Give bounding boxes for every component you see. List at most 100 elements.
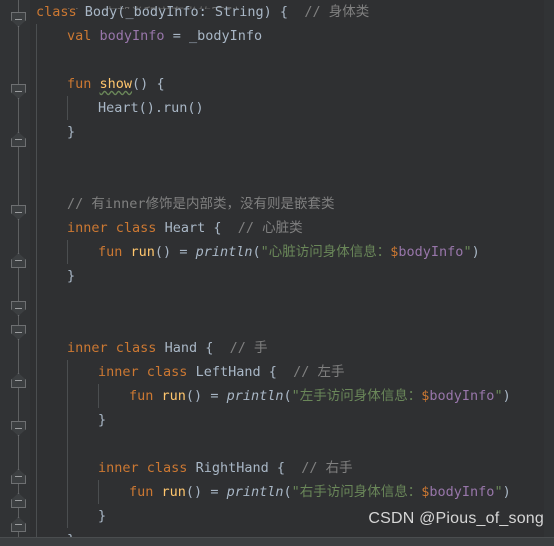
fold-fun-show-close-icon[interactable]	[11, 132, 26, 147]
line-class-hand[interactable]: inner class Hand { // 手	[30, 336, 554, 360]
indent-guide	[36, 504, 37, 528]
token: "	[494, 484, 503, 500]
line-lefthand-fun-run[interactable]: fun run() = println("左手访问身体信息：$bodyInfo"…	[30, 384, 554, 408]
line-blank-4[interactable]	[30, 288, 554, 312]
line-val-bodyinfo[interactable]: val bodyInfo = _bodyInfo	[30, 24, 554, 48]
indent-guide	[36, 456, 37, 480]
indent-guide	[36, 144, 37, 168]
code-line-text: inner class Heart { // 心脏类	[36, 220, 303, 236]
indent-guide	[36, 336, 37, 360]
line-class-body[interactable]: class Body(_bodyInfo: String) { // 身体类	[30, 0, 554, 24]
line-blank-5[interactable]	[30, 312, 554, 336]
fold-class-left-close-icon[interactable]	[11, 373, 26, 388]
line-class-lefthand[interactable]: inner class LeftHand { // 左手	[30, 360, 554, 384]
token: // 右手	[301, 460, 353, 476]
token: _bodyInfo	[125, 4, 199, 20]
fold-class-hand-open-icon[interactable]	[11, 301, 26, 316]
fold-class-heart-close-icon[interactable]	[11, 253, 26, 268]
line-righthand-fun-run[interactable]: fun run() = println("右手访问身体信息：$bodyInfo"…	[30, 480, 554, 504]
token: // 身体类	[304, 4, 370, 20]
fold-class-left-open-icon[interactable]	[11, 325, 26, 340]
fold-class-right-open-icon[interactable]	[11, 421, 26, 436]
fold-class-body-icon[interactable]	[11, 12, 26, 27]
line-close-lefthand[interactable]: }	[30, 408, 554, 432]
line-blank-3[interactable]	[30, 168, 554, 192]
token: "右手访问身体信息：	[291, 484, 422, 500]
token: class	[115, 340, 157, 356]
vertical-scrollbar[interactable]	[544, 0, 554, 546]
fold-class-body-close-icon[interactable]	[11, 517, 26, 532]
line-heart-fun-run[interactable]: fun run() = println("心脏访问身体信息：$bodyInfo"…	[30, 240, 554, 264]
indent-guide	[36, 480, 37, 504]
code-line-text: inner class Hand { // 手	[36, 340, 268, 356]
token: class	[146, 460, 188, 476]
token: =	[210, 388, 227, 404]
token: {	[156, 76, 165, 92]
line-class-righthand[interactable]: inner class RightHand { // 右手	[30, 456, 554, 480]
code-line-text: }	[36, 268, 75, 284]
token: ().	[138, 100, 164, 116]
fold-rail	[18, 0, 19, 546]
line-blank-1[interactable]	[30, 48, 554, 72]
line-close-heart[interactable]: }	[30, 264, 554, 288]
code-line-text: }	[36, 412, 106, 428]
token: inner	[98, 460, 139, 476]
code-line-text: fun show() {	[36, 76, 165, 92]
token: Heart	[98, 100, 139, 116]
token: )	[263, 4, 280, 20]
fold-fun-show-open-icon[interactable]	[11, 84, 26, 99]
fold-class-heart-open-icon[interactable]	[11, 205, 26, 220]
line-close-show[interactable]: }	[30, 120, 554, 144]
code-line-text: inner class RightHand { // 右手	[36, 460, 353, 476]
code-content[interactable]: class Body(_bodyInfo: String) { // 身体类 va…	[30, 0, 554, 546]
line-comment-inner[interactable]: // 有inner修饰是内部类，没有则是嵌套类	[30, 192, 554, 216]
code-line-text: }	[36, 124, 75, 140]
line-class-heart[interactable]: inner class Heart { // 心脏类	[30, 216, 554, 240]
token: String	[214, 4, 264, 20]
indent-guide	[67, 408, 68, 432]
code-editor[interactable]: // 内部类和嵌套类的区别 class Body(_bodyInfo: Stri…	[0, 0, 554, 546]
token: _bodyInfo	[188, 28, 263, 44]
indent-guide	[36, 408, 37, 432]
line-blank-6[interactable]	[30, 432, 554, 456]
line-fun-show[interactable]: fun show() {	[30, 72, 554, 96]
line-blank-2[interactable]	[30, 144, 554, 168]
folding-gutter[interactable]	[0, 0, 30, 546]
fold-class-right-close-icon[interactable]	[11, 469, 26, 484]
token: // 手	[229, 340, 268, 356]
indent-guide	[36, 264, 37, 288]
fold-class-hand-close-icon[interactable]	[11, 493, 26, 508]
token: bodyInfo	[429, 484, 495, 500]
token: fun	[129, 388, 154, 404]
token: }	[98, 508, 107, 524]
code-line-text: class Body(_bodyInfo: String) { // 身体类	[36, 4, 369, 20]
indent-guide	[36, 216, 37, 240]
indent-guide	[67, 360, 68, 384]
indent-guide	[36, 120, 37, 144]
token: bodyInfo	[99, 28, 165, 44]
token: run	[163, 100, 188, 116]
token: fun	[67, 76, 92, 92]
token: class	[36, 4, 77, 20]
line-heart-run[interactable]: Heart().run()	[30, 96, 554, 120]
code-line-text: inner class LeftHand { // 左手	[36, 364, 345, 380]
indent-guide	[36, 384, 37, 408]
token: "心脏访问身体信息：	[260, 244, 391, 260]
token: Heart	[164, 220, 206, 236]
code-line-text: val bodyInfo = _bodyInfo	[36, 28, 262, 44]
token: bodyInfo	[398, 244, 464, 260]
